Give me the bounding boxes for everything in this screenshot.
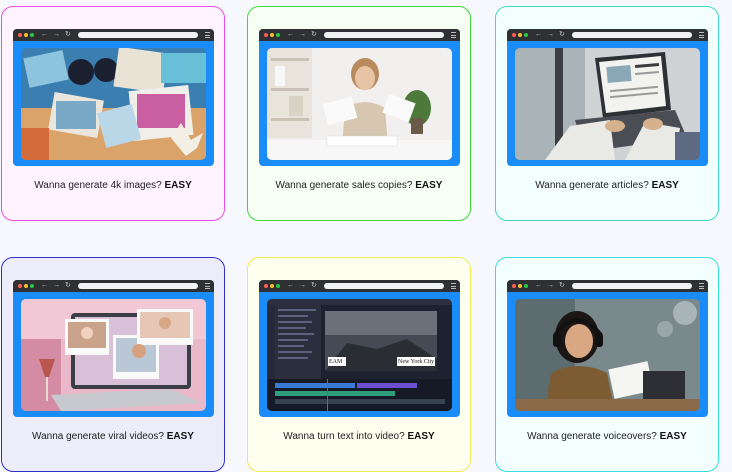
browser-mockup: ← → ↻ [259,29,460,166]
close-dot-icon [512,284,516,288]
forward-arrow-icon: → [547,31,554,38]
back-arrow-icon: ← [41,31,48,38]
maximize-dot-icon [276,33,280,37]
woman-headphones-image [515,299,700,411]
feature-card-4k-images[interactable]: ← → ↻ Wanna generate 4k images? EASY [1,6,225,221]
close-dot-icon [264,33,268,37]
address-bar [78,283,198,289]
minimize-dot-icon [518,284,522,288]
address-bar [572,283,692,289]
back-arrow-icon: ← [287,31,294,38]
back-arrow-icon: ← [535,282,542,289]
caption-text: Wanna generate sales copies? [275,180,413,191]
card-caption: Wanna generate viral videos? EASY [2,431,224,442]
reload-icon: ↻ [311,31,317,38]
caption-text: Wanna generate articles? [535,180,649,191]
feature-card-text-to-video[interactable]: ← → ↻ EAM New York City Wanna turn text … [247,257,471,472]
caption-emphasis: EASY [164,180,192,191]
reload-icon: ↻ [65,31,71,38]
browser-menu-icon [205,283,210,289]
minimize-dot-icon [24,33,28,37]
browser-topbar: ← → ↻ [13,280,214,292]
maximize-dot-icon [30,284,34,288]
feature-card-voiceovers[interactable]: ← → ↻ Wanna generate voiceovers? EASY [495,257,719,472]
maximize-dot-icon [30,33,34,37]
browser-topbar: ← → ↻ [507,280,708,292]
card-caption: Wanna generate articles? EASY [496,180,718,191]
browser-topbar: ← → ↻ [259,280,460,292]
back-arrow-icon: ← [41,282,48,289]
reload-icon: ↻ [559,31,565,38]
minimize-dot-icon [24,284,28,288]
caption-emphasis: EASY [651,180,679,191]
browser-mockup: ← → ↻ [13,29,214,166]
card-caption: Wanna generate sales copies? EASY [248,180,470,191]
caption-emphasis: EASY [659,431,687,442]
browser-mockup: ← → ↻ [507,29,708,166]
close-dot-icon [18,284,22,288]
close-dot-icon [512,33,516,37]
browser-mockup: ← → ↻ [259,280,460,417]
caption-emphasis: EASY [166,431,194,442]
browser-menu-icon [699,283,704,289]
card-caption: Wanna turn text into video? EASY [248,431,470,442]
caption-text: Wanna generate voiceovers? [527,431,657,442]
caption-text: Wanna generate viral videos? [32,431,164,442]
browser-menu-icon [451,32,456,38]
woman-with-papers-image [267,48,452,160]
close-dot-icon [264,284,268,288]
browser-menu-icon [699,32,704,38]
card-caption: Wanna generate voiceovers? EASY [496,431,718,442]
forward-arrow-icon: → [547,282,554,289]
feature-card-articles[interactable]: ← → ↻ Wanna generate articles? EASY [495,6,719,221]
back-arrow-icon: ← [287,282,294,289]
browser-mockup: ← → ↻ [507,280,708,417]
browser-menu-icon [205,32,210,38]
maximize-dot-icon [524,284,528,288]
maximize-dot-icon [524,33,528,37]
caption-text: Wanna generate 4k images? [34,180,162,191]
caption-emphasis: EASY [407,431,435,442]
feature-card-sales-copies[interactable]: ← → ↻ Wanna generate sales copies? EASY [247,6,471,221]
minimize-dot-icon [270,33,274,37]
back-arrow-icon: ← [535,31,542,38]
browser-topbar: ← → ↻ [507,29,708,41]
address-bar [324,32,444,38]
minimize-dot-icon [270,284,274,288]
forward-arrow-icon: → [299,31,306,38]
collage-photos-image [21,48,206,160]
close-dot-icon [18,33,22,37]
reload-icon: ↻ [65,282,71,289]
feature-card-viral-videos[interactable]: ← → ↻ Wanna generate viral videos? EASY [1,257,225,472]
browser-topbar: ← → ↻ [13,29,214,41]
forward-arrow-icon: → [53,31,60,38]
address-bar [324,283,444,289]
overlay-label-left: EAM [329,359,343,365]
video-editor-image: EAM New York City [267,299,452,411]
browser-topbar: ← → ↻ [259,29,460,41]
browser-menu-icon [451,283,456,289]
address-bar [78,32,198,38]
forward-arrow-icon: → [299,282,306,289]
maximize-dot-icon [276,284,280,288]
laptop-video-call-image [21,299,206,411]
browser-mockup: ← → ↻ [13,280,214,417]
address-bar [572,32,692,38]
overlay-label-right: New York City [398,359,435,365]
card-caption: Wanna generate 4k images? EASY [2,180,224,191]
laptop-article-image [515,48,700,160]
reload-icon: ↻ [559,282,565,289]
minimize-dot-icon [518,33,522,37]
caption-emphasis: EASY [415,180,443,191]
reload-icon: ↻ [311,282,317,289]
forward-arrow-icon: → [53,282,60,289]
caption-text: Wanna turn text into video? [283,431,405,442]
